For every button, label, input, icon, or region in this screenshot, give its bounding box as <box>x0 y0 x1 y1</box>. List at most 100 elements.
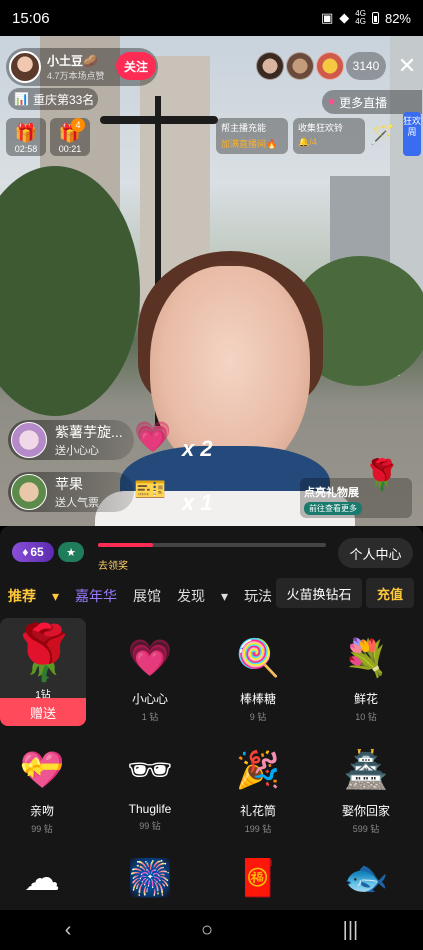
gift-item[interactable]: 🕶 Thuglife 99 钻 <box>100 744 200 832</box>
recharge-button[interactable]: 充值 <box>366 578 414 608</box>
status-bar: 15:06 ▣ ◆ 4G 4G 82% <box>0 0 423 36</box>
gift-price: 99 钻 <box>31 824 53 834</box>
gift-item[interactable]: 🎉 礼花筒 199 钻 <box>208 744 308 835</box>
gift-item[interactable]: 💐 鲜花 10 钻 <box>316 632 416 723</box>
sunglasses-icon: 🕶 <box>127 749 173 790</box>
battery-level: 82% <box>384 10 411 26</box>
follow-button[interactable]: 关注 <box>116 52 156 80</box>
gift-item[interactable]: 💝 亲吻 99 钻 <box>0 744 92 835</box>
gift-price: 9 钻 <box>249 712 267 722</box>
carnival-week-badge[interactable]: 狂欢周 <box>403 112 421 156</box>
box-badge: 4 <box>71 118 85 132</box>
rose-icon: 🌹 <box>10 623 78 683</box>
viewer-count[interactable]: 3140 <box>346 52 386 80</box>
fan-badge[interactable]: ★ <box>58 542 84 562</box>
back-icon[interactable]: ‹ <box>65 919 72 942</box>
task-title: 帮主播充能 <box>221 123 267 133</box>
status-icons: ▣ ◆ 4G 4G 82% <box>321 10 411 26</box>
close-icon[interactable]: ✕ <box>396 52 418 80</box>
red-envelope-icon: 🧧 <box>235 857 281 898</box>
gift-tabs: 推荐 ▾ 嘉年华 展馆 发现 ▾ 玩法 <box>8 584 288 608</box>
ticket-gift-icon: 🎫 <box>134 474 167 504</box>
gift-notification[interactable]: 紫薯芋旋... 送小心心 <box>8 420 134 460</box>
exchange-diamonds-button[interactable]: 火苗换钻石 <box>276 578 362 608</box>
host-likes: 4.7万本场点赞 <box>47 71 105 81</box>
task-desc: 加满直播间🔥 <box>221 139 278 149</box>
user-level-badge[interactable]: ♦ 65 <box>12 542 54 562</box>
gift-item[interactable]: 🏯 娶你回家 599 钻 <box>316 744 416 835</box>
tab-carnival[interactable]: 嘉年华 <box>75 586 117 606</box>
host-avatar[interactable] <box>9 51 41 83</box>
home-icon[interactable]: ○ <box>201 919 213 942</box>
treasure-box[interactable]: 🎁 02:58 <box>6 118 46 156</box>
send-gift-button[interactable]: 赠送 <box>0 698 86 726</box>
chart-icon: 📊 <box>14 92 29 106</box>
task-card[interactable]: 收集狂欢铃 🔔/4 <box>293 118 365 154</box>
recent-apps-icon[interactable]: ||| <box>343 919 359 942</box>
sender-avatar <box>11 474 47 510</box>
box-timer: 00:21 <box>58 144 82 154</box>
gift-name: Thuglife <box>128 802 172 816</box>
cloud-icon: ☁ <box>24 857 60 898</box>
gift-price: 599 钻 <box>352 824 380 834</box>
tab-play[interactable]: 玩法 <box>244 586 272 606</box>
gift-price: 10 钻 <box>355 712 377 722</box>
gift-item[interactable]: 💗 小心心 1 钻 <box>100 632 200 723</box>
clock: 15:06 <box>12 9 50 27</box>
tab-recommend[interactable]: 推荐 ▾ <box>8 586 59 606</box>
gift-item[interactable]: 🎆 <box>100 852 200 904</box>
more-live-button[interactable]: ♥ 更多直播 <box>322 90 422 114</box>
city-rank[interactable]: 📊 重庆第33名 <box>8 88 98 110</box>
gift-item[interactable]: ☁ <box>0 852 92 904</box>
heart-icon: ♥ <box>328 95 336 109</box>
wand-icon: 🪄 <box>370 124 395 146</box>
bouquet-icon: 💐 <box>343 637 389 678</box>
heart-gift-icon: 💗 <box>134 421 172 454</box>
sender-name: 苹果 <box>55 476 83 492</box>
combo-count: x 1 <box>182 490 213 515</box>
selected-gift[interactable]: 🌹 1钻 赠送 <box>0 618 86 726</box>
promo-sub: 前往查看更多 <box>304 502 362 515</box>
diamond-icon: ♦ <box>22 545 29 559</box>
system-nav-bar: ‹ ○ ||| <box>0 910 423 950</box>
gift-item[interactable]: 🧧 <box>208 852 308 904</box>
task-title: 收集狂欢铃 <box>298 123 344 133</box>
kiss-icon: 💝 <box>19 749 65 790</box>
gift-name: 鲜花 <box>353 692 378 706</box>
person-face <box>150 266 310 476</box>
gift-box-icon: 🎁 <box>14 123 38 143</box>
confetti-icon: 🎉 <box>235 749 281 790</box>
combo-count: x 2 <box>182 436 213 461</box>
gift-name: 亲吻 <box>29 804 54 818</box>
viewer-avatar[interactable] <box>256 52 284 80</box>
personal-center-button[interactable]: 个人中心 <box>338 538 413 568</box>
task-desc: 🔔/4 <box>298 137 317 147</box>
level-progress-fill <box>98 543 153 547</box>
rose-icon: 🌹 <box>363 459 401 492</box>
host-name: 小土豆🥔 <box>47 54 98 68</box>
gift-price: 99 钻 <box>139 821 161 831</box>
heart-icon: 💗 <box>127 637 173 678</box>
gift-name: 棒棒糖 <box>239 692 276 706</box>
palace-icon: 🏯 <box>343 749 389 790</box>
street-lamp <box>100 116 218 124</box>
rank-label: 重庆第33名 <box>32 92 95 107</box>
gift-price: 1 钻 <box>141 712 159 722</box>
gift-item[interactable]: 🍭 棒棒糖 9 钻 <box>208 632 308 723</box>
tab-discover[interactable]: 发现 ▾ <box>177 586 228 606</box>
fish-icon: 🐟 <box>343 857 389 898</box>
gift-item[interactable]: 🐟 <box>316 852 416 904</box>
gift-desc: 送人气票 <box>55 497 99 509</box>
gift-desc: 送小心心 <box>55 445 99 457</box>
tab-gallery[interactable]: 展馆 <box>133 586 161 606</box>
viewer-avatar[interactable] <box>316 52 344 80</box>
task-card[interactable]: 帮主播充能 加满直播间🔥 <box>216 118 288 154</box>
more-live-label: 更多直播 <box>339 95 388 110</box>
claim-reward-link[interactable]: 去领奖 <box>98 557 128 572</box>
sender-avatar <box>11 422 47 458</box>
gift-notification[interactable]: 苹果 送人气票 <box>8 472 134 512</box>
box-timer: 02:58 <box>14 144 38 154</box>
viewer-avatar[interactable] <box>286 52 314 80</box>
network-icon: 4G 4G <box>355 9 366 26</box>
fireworks-icon: 🎆 <box>127 857 173 898</box>
